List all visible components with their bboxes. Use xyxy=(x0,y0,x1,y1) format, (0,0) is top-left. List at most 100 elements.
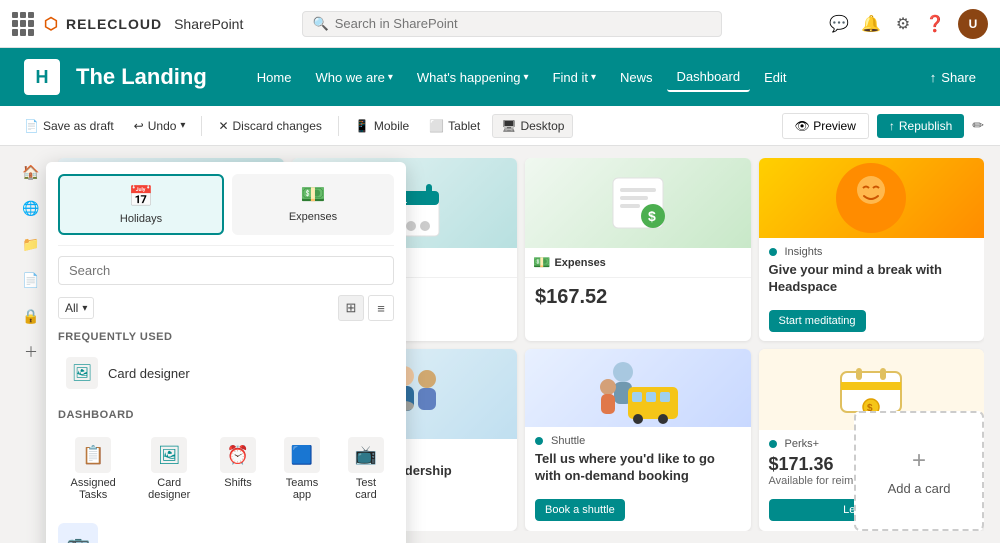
search-bar[interactable]: 🔍 xyxy=(302,11,722,37)
dropdown-view-icons: ⊞ ≡ xyxy=(338,295,394,321)
insights-badge: Insights xyxy=(769,246,975,258)
test-card-label: Test card xyxy=(348,477,384,501)
card-designer-icon: 🖼 xyxy=(66,357,98,389)
test-card-item[interactable]: 📺 Test card xyxy=(338,429,394,509)
expenses-svg: $ xyxy=(598,168,678,238)
discard-changes-button[interactable]: ✕ Discard changes xyxy=(210,115,329,137)
search-icon: 🔍 xyxy=(313,16,329,32)
sidebar-permissions-icon[interactable]: 🔒 xyxy=(21,306,41,326)
list-view-icon[interactable]: ≡ xyxy=(368,295,394,321)
teams-app-item[interactable]: 🟦 Teams app xyxy=(274,429,330,509)
preview-button[interactable]: 👁 Preview xyxy=(782,113,869,139)
top-nav-left: ⬡ RELECLOUD SharePoint xyxy=(12,12,243,36)
shuttle-dot xyxy=(535,437,543,445)
dashboard-section: Dashboard 📋 Assigned Tasks 🖼 Card design… xyxy=(58,409,394,509)
expenses-illustration: $ xyxy=(525,158,751,248)
tablet-view-button[interactable]: ⬜ Tablet xyxy=(421,115,488,137)
avatar[interactable]: U xyxy=(958,9,988,39)
dropdown-calendar-item[interactable]: 📅 Holidays xyxy=(58,174,224,235)
dropdown-filter-row: All ▾ ⊞ ≡ xyxy=(58,295,394,321)
expenses-card: $ 💵 Expenses $167.52 xyxy=(525,158,751,341)
sidebar-add-icon[interactable]: ＋ xyxy=(21,342,41,362)
card-designer-frequent-item[interactable]: 🖼 Card designer xyxy=(58,351,394,395)
card-designer-frequent-label: Card designer xyxy=(108,366,190,381)
shuttle-body: Shuttle Tell us where you'd like to go w… xyxy=(525,427,751,493)
share-button[interactable]: ↑ Share xyxy=(930,70,976,85)
sidebar-files-icon[interactable]: 📁 xyxy=(21,234,41,254)
grid-view-icon[interactable]: ⊞ xyxy=(338,295,364,321)
assigned-tasks-label: Assigned Tasks xyxy=(68,477,118,501)
insights-card: Insights Give your mind a break with Hea… xyxy=(759,158,985,341)
help-icon[interactable]: ❓ xyxy=(926,15,944,33)
sharepoint-label: SharePoint xyxy=(174,16,243,32)
top-navigation: ⬡ RELECLOUD SharePoint 🔍 💬 🔔 ⚙ ❓ U xyxy=(0,0,1000,48)
mobile-view-button[interactable]: 📱 Mobile xyxy=(347,115,417,137)
shifts-item[interactable]: ⏰ Shifts xyxy=(210,429,266,509)
calendar-icon: 📅 xyxy=(129,184,154,209)
nav-find-it[interactable]: Find it ▾ xyxy=(543,64,606,91)
save-draft-button[interactable]: 📄 Save as draft xyxy=(16,115,122,137)
search-input[interactable] xyxy=(335,16,711,31)
insights-title: Give your mind a break with Headspace xyxy=(769,262,975,296)
republish-button[interactable]: ↑ Republish xyxy=(877,114,964,138)
site-nav: Home Who we are ▾ What's happening ▾ Fin… xyxy=(247,63,914,92)
svg-text:$: $ xyxy=(648,208,656,224)
site-title: The Landing xyxy=(76,64,207,90)
assigned-tasks-item[interactable]: 📋 Assigned Tasks xyxy=(58,429,128,509)
chat-icon[interactable]: 💬 xyxy=(830,15,848,33)
shuttle-title: Tell us where you'd like to go with on-d… xyxy=(535,451,741,485)
dropdown-shuttle-preview: 🚌 xyxy=(58,523,394,543)
insights-body: Insights Give your mind a break with Hea… xyxy=(759,238,985,304)
headspace-illustration xyxy=(759,158,985,238)
shifts-label: Shifts xyxy=(224,477,252,489)
start-meditating-button[interactable]: Start meditating xyxy=(769,310,866,332)
shuttle-preview-icon: 🚌 xyxy=(58,523,98,543)
dropdown-filter-select[interactable]: All ▾ xyxy=(58,297,94,319)
toolbar: 📄 Save as draft ↩ Undo ▾ ✕ Discard chang… xyxy=(0,106,1000,146)
add-card-plus-icon: + xyxy=(912,447,926,475)
site-logo: H xyxy=(24,59,60,95)
nav-edit[interactable]: Edit xyxy=(754,64,796,91)
expenses-label: Expenses xyxy=(289,211,337,223)
dropdown-search-input[interactable] xyxy=(58,256,394,285)
card-designer-grid-icon: 🖼 xyxy=(151,437,187,473)
shuttle-card: Shuttle Tell us where you'd like to go w… xyxy=(525,349,751,532)
card-designer-grid-label: Card designer xyxy=(146,477,192,501)
sidebar-pages-icon[interactable]: 📄 xyxy=(21,270,41,290)
main-content: 🏠 🌐 📁 📄 🔒 ＋ xyxy=(0,146,1000,543)
nav-dashboard[interactable]: Dashboard xyxy=(667,63,751,92)
edit-pencil-icon[interactable]: ✏ xyxy=(972,117,984,134)
desktop-view-button[interactable]: 🖥 Desktop xyxy=(492,114,573,138)
toolbar-separator xyxy=(201,116,202,136)
nav-home[interactable]: Home xyxy=(247,64,302,91)
book-shuttle-button[interactable]: Book a shuttle xyxy=(535,499,625,521)
card-designer-item[interactable]: 🖼 Card designer xyxy=(136,429,202,509)
undo-button[interactable]: ↩ Undo ▾ xyxy=(126,115,194,137)
headspace-svg xyxy=(831,158,911,238)
expenses-label: Expenses xyxy=(554,257,605,269)
test-card-icon: 📺 xyxy=(348,437,384,473)
nav-news[interactable]: News xyxy=(610,64,663,91)
expenses-body: $167.52 xyxy=(525,278,751,341)
nav-whats-happening[interactable]: What's happening ▾ xyxy=(407,64,539,91)
shuttle-badge: Shuttle xyxy=(535,435,741,447)
sidebar-home-icon[interactable]: 🏠 xyxy=(21,162,41,182)
assigned-tasks-icon: 📋 xyxy=(75,437,111,473)
perks-dot xyxy=(769,440,777,448)
settings-icon[interactable]: ⚙ xyxy=(894,15,912,33)
teams-app-label: Teams app xyxy=(284,477,320,501)
notifications-icon[interactable]: 🔔 xyxy=(862,15,880,33)
card-picker-dropdown: 📅 Holidays 💵 Expenses All ▾ ⊞ ≡ Frequent… xyxy=(46,162,406,543)
app-logo: RELECLOUD xyxy=(66,16,162,32)
insights-dot xyxy=(769,248,777,256)
waffle-menu-icon[interactable] xyxy=(12,12,36,36)
expenses-amount: $167.52 xyxy=(535,286,741,309)
top-nav-right: 💬 🔔 ⚙ ❓ U xyxy=(830,9,988,39)
toolbar-right: 👁 Preview ↑ Republish ✏ xyxy=(782,113,984,139)
expenses-icon: 💵 xyxy=(533,254,550,271)
expenses-icon: 💵 xyxy=(301,182,326,207)
nav-who-we-are[interactable]: Who we are ▾ xyxy=(305,64,402,91)
add-card-button[interactable]: + Add a card xyxy=(854,411,984,531)
dropdown-expenses-item[interactable]: 💵 Expenses xyxy=(232,174,394,235)
sidebar-globe-icon[interactable]: 🌐 xyxy=(21,198,41,218)
